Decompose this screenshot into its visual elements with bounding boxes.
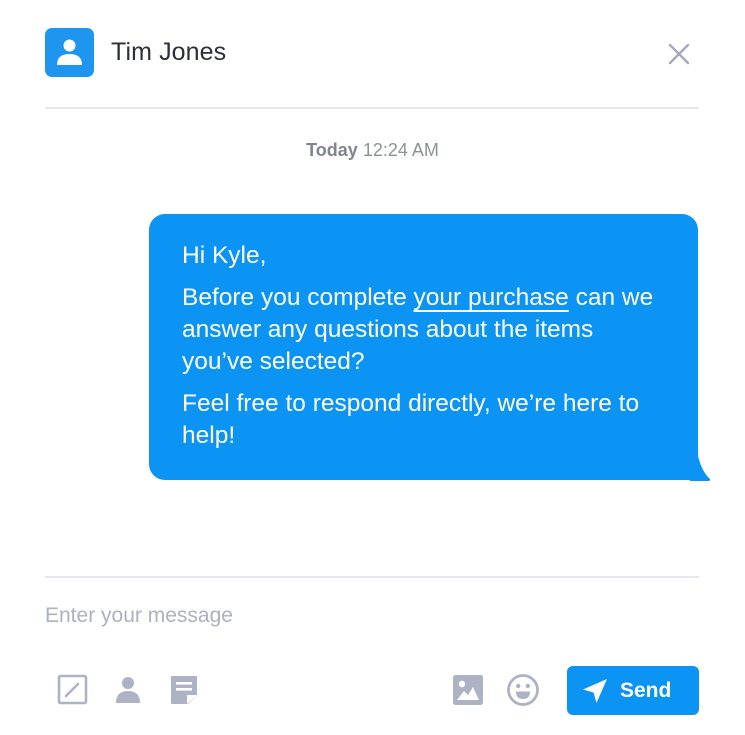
message-input[interactable] <box>45 598 699 634</box>
image-button[interactable] <box>451 673 485 707</box>
timestamp-time: 12:24 AM <box>362 140 439 160</box>
message-closing: Feel free to respond directly, we’re her… <box>182 390 640 449</box>
chat-header: Tim Jones <box>45 28 699 78</box>
header-divider <box>45 107 699 109</box>
close-button[interactable] <box>663 38 695 70</box>
send-label: Send <box>620 679 672 702</box>
message-text: Before you complete <box>182 284 414 311</box>
close-icon <box>668 43 690 65</box>
edit-button[interactable] <box>56 673 90 707</box>
contact-button[interactable] <box>111 673 145 707</box>
note-button[interactable] <box>167 673 201 707</box>
bubble-tail <box>690 456 711 481</box>
composer-divider <box>45 576 699 578</box>
send-button[interactable]: Send <box>567 666 699 715</box>
note-icon <box>171 676 197 704</box>
timestamp-day: Today <box>306 140 358 160</box>
user-icon <box>57 39 82 65</box>
paper-plane-icon <box>583 679 607 703</box>
user-icon <box>116 677 140 703</box>
purchase-link[interactable]: your purchase <box>414 284 569 311</box>
message-timestamp: Today 12:24 AM <box>0 140 745 161</box>
message-greeting: Hi Kyle, <box>182 242 267 269</box>
emoji-button[interactable] <box>506 673 540 707</box>
image-icon <box>453 675 483 705</box>
contact-name: Tim Jones <box>111 38 227 66</box>
edit-icon <box>57 674 88 705</box>
message-bubble: Hi Kyle, Before you complete your purcha… <box>149 214 698 480</box>
contact-avatar <box>45 28 94 77</box>
message-paragraph: Before you complete your purchase can we… <box>182 282 668 378</box>
emoji-icon <box>507 674 539 706</box>
